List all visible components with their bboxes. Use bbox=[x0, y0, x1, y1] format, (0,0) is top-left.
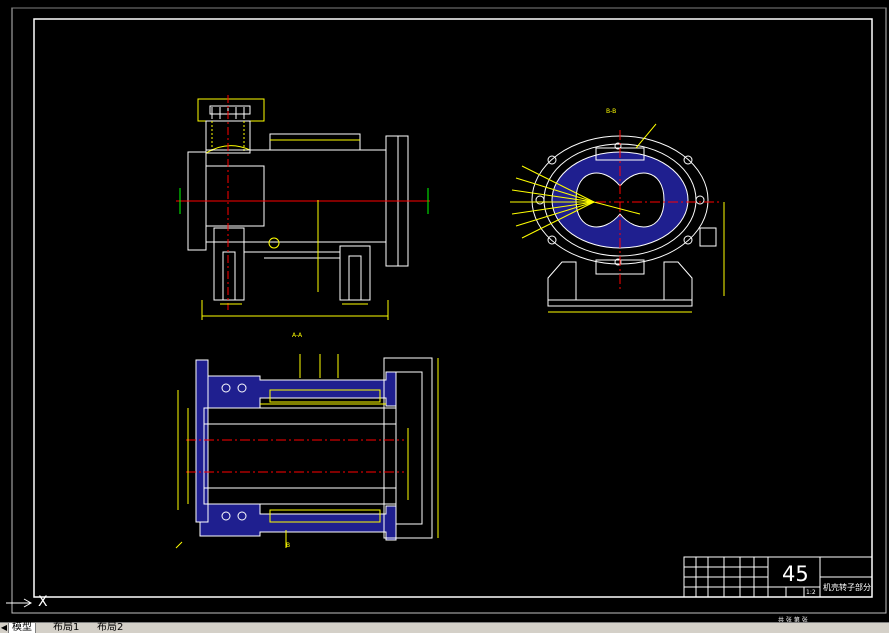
paper-border bbox=[11, 7, 887, 614]
title-block-scale: 1:2 bbox=[806, 589, 816, 596]
ucs-icon bbox=[6, 598, 33, 608]
ucs-x-label: X bbox=[38, 594, 48, 610]
section-aa-label: A-A bbox=[292, 332, 303, 339]
drawing-frame bbox=[33, 18, 873, 598]
top-lid-box bbox=[197, 98, 265, 122]
right-foot bbox=[339, 245, 371, 301]
left-foot bbox=[213, 227, 245, 301]
title-block-title: 机壳转子部分 bbox=[823, 583, 871, 592]
front-view bbox=[176, 95, 430, 320]
left-endplate bbox=[195, 359, 209, 523]
section-aa-view bbox=[175, 354, 439, 549]
section-b-label: B bbox=[286, 542, 291, 549]
drawing-canvas[interactable]: 45 机壳转子部分 共 张 第 张 1:2 B-B A-A B X bbox=[0, 0, 889, 624]
drawing-svg bbox=[6, 7, 887, 614]
rotor-chamber bbox=[203, 407, 397, 505]
drain-port bbox=[268, 237, 280, 249]
section-bb-view bbox=[510, 123, 725, 313]
base-plate bbox=[547, 299, 693, 307]
layout-tab-bar: ◀ 模型 布局1 布局2 bbox=[0, 622, 889, 633]
title-block-number: 45 bbox=[782, 562, 809, 586]
section-bb-label: B-B bbox=[606, 108, 617, 115]
